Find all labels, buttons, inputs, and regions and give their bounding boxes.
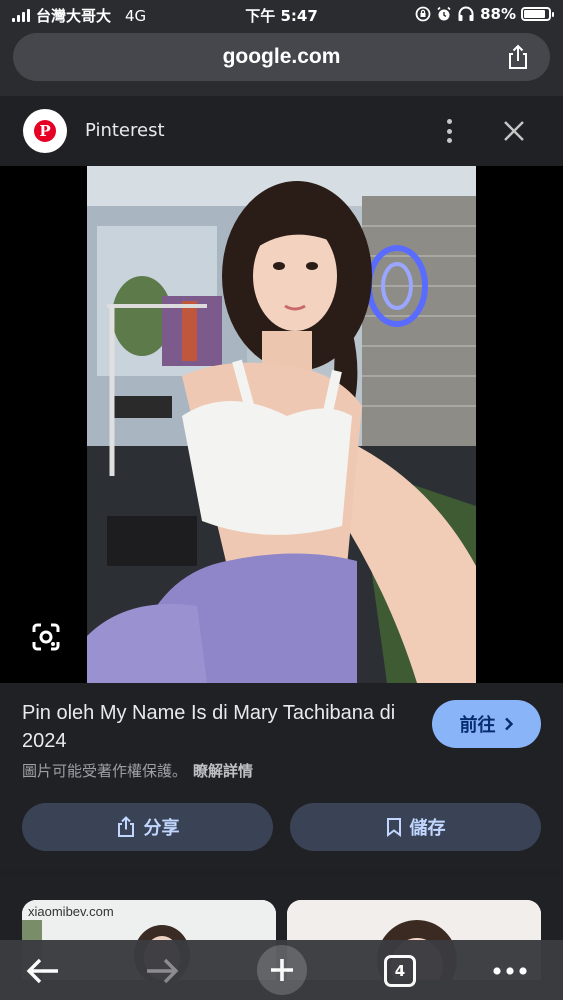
pinterest-logo[interactable]: P xyxy=(23,109,67,153)
browser-header: google.com xyxy=(0,30,563,96)
plus-icon xyxy=(257,945,307,995)
copyright-text: 圖片可能受著作權保護。 xyxy=(22,762,188,780)
close-icon[interactable] xyxy=(500,117,528,145)
result-image[interactable] xyxy=(87,166,476,683)
arrow-left-icon xyxy=(26,958,58,984)
chevron-right-icon xyxy=(504,717,513,731)
google-lens-icon[interactable] xyxy=(30,621,62,653)
tab-switcher-button[interactable]: 4 xyxy=(377,948,423,994)
back-button[interactable] xyxy=(20,948,66,994)
url-text[interactable]: google.com xyxy=(13,45,550,69)
image-result-panel: P Pinterest Pin oleh My Name Is di Mary … xyxy=(0,96,563,868)
share-label: 分享 xyxy=(143,818,180,839)
tab-count: 4 xyxy=(384,955,416,987)
address-bar[interactable]: google.com xyxy=(13,33,550,81)
source-row: P Pinterest xyxy=(0,96,563,166)
bookmark-icon xyxy=(386,818,401,837)
share-button[interactable]: 分享 xyxy=(22,803,273,851)
share-icon[interactable] xyxy=(504,43,532,71)
arrow-right-icon xyxy=(147,958,179,984)
status-icons: 88% xyxy=(415,5,554,23)
image-viewer[interactable] xyxy=(0,166,563,683)
pinterest-p-icon: P xyxy=(34,120,56,142)
result-title[interactable]: Pin oleh My Name Is di Mary Tachibana di… xyxy=(22,699,412,755)
rotation-lock-icon xyxy=(415,6,431,22)
more-menu-button[interactable] xyxy=(487,948,533,994)
more-options-icon[interactable] xyxy=(438,116,460,146)
learn-more-link[interactable]: 瞭解詳情 xyxy=(193,762,253,780)
battery-percent: 88% xyxy=(480,5,516,23)
headphones-icon xyxy=(458,6,474,21)
forward-button[interactable] xyxy=(139,948,185,994)
more-horizontal-icon xyxy=(493,967,527,975)
bottom-toolbar: 4 xyxy=(0,940,563,1000)
visit-button[interactable]: 前往 xyxy=(432,700,541,748)
battery-icon xyxy=(521,7,554,21)
new-tab-button[interactable] xyxy=(257,945,307,995)
save-label: 儲存 xyxy=(409,818,446,839)
save-button[interactable]: 儲存 xyxy=(290,803,541,851)
alarm-icon xyxy=(437,6,451,21)
visit-label: 前往 xyxy=(459,715,496,736)
source-name[interactable]: Pinterest xyxy=(85,120,165,141)
status-bar: 台灣大哥大 4G 下午 5:47 88% xyxy=(0,0,563,30)
copyright-notice: 圖片可能受著作權保護。 瞭解詳情 xyxy=(22,760,253,781)
share-icon xyxy=(117,816,134,837)
thumbnail-watermark: xiaomibev.com xyxy=(28,904,114,919)
